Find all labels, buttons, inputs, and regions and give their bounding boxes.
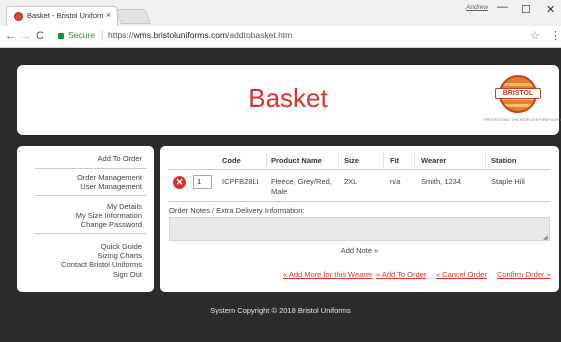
sidebar-item-order-management[interactable]: Order Management [77, 173, 142, 182]
cell-fit: n/a [390, 177, 401, 186]
url-path: /addtobasket.htm [227, 30, 293, 40]
maximize-icon[interactable]: ☐ [521, 3, 531, 16]
sidebar-item-my-size-information[interactable]: My Size Information [76, 211, 142, 220]
column-header-size: Size [344, 156, 360, 165]
sidebar-item-user-management[interactable]: User Management [80, 182, 142, 191]
column-header-product-name: Product Name [271, 156, 322, 165]
page-content: Basket BRISTOL PROTECTING THE WORLD'S FI… [0, 48, 561, 342]
quantity-input[interactable]: 1 [193, 175, 212, 189]
page-title: Basket [248, 83, 328, 113]
sidebar-item-sizing-charts[interactable]: Sizing Charts [97, 251, 142, 260]
star-icon[interactable]: ☆ [530, 29, 540, 42]
tab-close-icon[interactable]: × [106, 10, 111, 20]
sidebar-item-contact-bristol-uniforms[interactable]: Contact Bristol Uniforms [61, 260, 142, 269]
url-separator: | [101, 29, 104, 39]
column-header-wearer: Wearer [421, 156, 447, 165]
lock-icon [58, 33, 64, 39]
profile-name[interactable]: Andrew [466, 4, 488, 11]
row-divider [168, 201, 550, 202]
sidebar-item-quick-guide[interactable]: Quick Guide [101, 242, 142, 251]
cell-station: Staple Hill [491, 177, 525, 186]
cancel-order-link[interactable]: « Cancel Order [436, 270, 487, 279]
tab-title: Basket - Bristol Uniforms [27, 11, 103, 20]
order-notes-label: Order Notes / Extra Delivery Information… [169, 206, 305, 215]
column-header-fit: Fit [390, 156, 400, 165]
cell-code: ICPFB28LI [222, 177, 259, 186]
secure-label: Secure [68, 30, 95, 40]
sidebar-divider [35, 168, 147, 169]
bristol-favicon-icon [14, 12, 23, 21]
sidebar-item-change-password[interactable]: Change Password [81, 220, 142, 229]
column-header-code: Code [222, 156, 241, 165]
kebab-menu-icon[interactable]: ⋮ [550, 29, 561, 42]
header-divider [168, 169, 550, 170]
url-field[interactable]: https://wms.bristoluniforms.com/addtobas… [108, 30, 292, 40]
address-bar: ← → C Secure | https://wms.bristolunifor… [0, 26, 561, 48]
new-tab-button[interactable] [115, 9, 151, 24]
sidebar-item-add-to-order[interactable]: Add To Order [98, 154, 142, 163]
back-arrow-icon[interactable]: ← [5, 30, 16, 42]
product-name-line: Male [271, 186, 288, 196]
browser-tab[interactable]: Basket - Bristol Uniforms × [6, 6, 118, 26]
cell-size: 2XL [344, 177, 358, 186]
bristol-logo[interactable]: BRISTOL PROTECTING THE WORLD'S FIREFIGHT… [484, 75, 561, 133]
sidebar-item-my-details[interactable]: My Details [107, 202, 142, 211]
url-scheme: https:// [108, 30, 134, 40]
footer-copyright: System Copyright © 2018 Bristol Uniforms [210, 306, 351, 315]
logo-wordmark: BRISTOL [495, 88, 541, 99]
cell-wearer: Smith, 1234 [421, 177, 462, 186]
cell-product-name: Fleece, Grey/Red, Male [271, 177, 332, 196]
remove-item-icon[interactable]: ✕ [173, 176, 186, 189]
resize-grip-icon[interactable]: ◢ [543, 234, 558, 292]
reload-icon[interactable]: C [36, 30, 44, 42]
forward-arrow-icon[interactable]: → [20, 30, 31, 42]
add-to-order-link[interactable]: « Add To Order [376, 270, 426, 279]
add-note-link[interactable]: Add Note » [160, 246, 559, 255]
confirm-order-link[interactable]: Confirm Order » [497, 270, 551, 279]
page-header: Basket BRISTOL PROTECTING THE WORLD'S FI… [17, 65, 561, 135]
url-host: wms.bristoluniforms.com [133, 30, 228, 40]
column-header-station: Station [491, 156, 517, 165]
sidebar: Add To Order Order Management User Manag… [17, 146, 154, 292]
browser-titlebar: Basket - Bristol Uniforms × Andrew — ☐ ✕ [0, 0, 561, 26]
sidebar-item-sign-out[interactable]: Sign Out [113, 270, 142, 279]
close-window-icon[interactable]: ✕ [546, 3, 555, 16]
basket-panel: Code Product Name Size Fit Wearer Statio… [160, 146, 559, 292]
logo-tagline: PROTECTING THE WORLD'S FIREFIGHTERS [484, 118, 561, 122]
order-notes-textarea[interactable] [169, 217, 550, 241]
sidebar-divider [35, 233, 147, 234]
product-name-line: Fleece, Grey/Red, [271, 177, 332, 186]
minimize-icon[interactable]: — [497, 1, 508, 13]
add-more-for-wearer-link[interactable]: « Add More for this Wearer [283, 270, 372, 279]
sidebar-divider [35, 195, 147, 196]
